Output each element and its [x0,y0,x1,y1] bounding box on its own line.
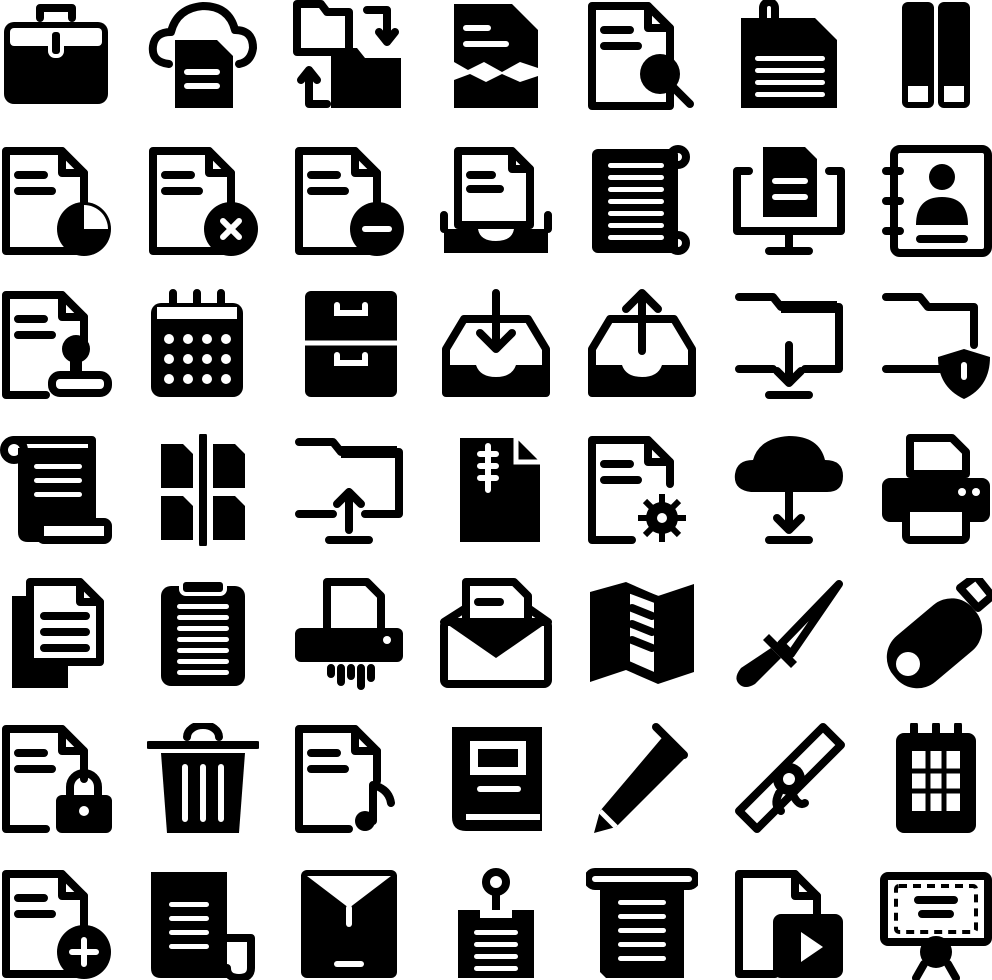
document-tray-icon [439,145,552,257]
zipped-file-icon [440,434,552,546]
document-music-icon [293,723,405,835]
receipt-icon [147,868,259,980]
scroll-list-icon [586,144,698,257]
cloud-download-icon [733,434,845,546]
split-documents-icon [147,433,259,546]
briefcase-icon [0,0,112,112]
folded-map-icon [586,578,698,690]
pen-icon [586,723,698,835]
book-icon [440,723,552,835]
document-pie-chart-icon [0,145,112,257]
document-minus-icon [293,145,405,257]
document-stamp-icon [0,289,112,401]
binders-icon [880,0,992,112]
trash-bin-icon [146,723,259,835]
paper-scroll-icon [586,867,699,980]
inbox-download-icon [440,289,552,401]
paper-shredder-icon [293,578,405,691]
clipped-document-icon [733,0,845,112]
letter-opener-icon [733,578,845,690]
folder-transfer-icon [293,0,405,112]
mail-document-icon [439,578,552,690]
cloud-document-icon [147,0,259,112]
document-add-icon [0,868,112,980]
monitor-document-icon [733,145,845,257]
calendar-icon [147,289,259,401]
scroll-icon [0,434,112,546]
copy-documents-icon [0,578,112,690]
folder-download-icon [733,289,845,401]
inbox-upload-icon [586,289,698,401]
envelope-icon [293,868,405,980]
contact-book-icon [880,144,992,257]
certificate-icon [879,868,992,980]
document-lock-icon [0,723,112,835]
folder-shield-icon [880,289,992,401]
folder-upload-icon [293,434,405,546]
document-search-icon [586,0,698,112]
document-settings-icon [586,434,698,546]
clipboard-icon [147,578,259,690]
video-file-icon [733,868,845,980]
printer-icon [880,433,992,546]
filing-cabinet-icon [293,289,405,401]
grid-notebook-icon [880,723,992,835]
document-delete-icon [147,145,259,257]
usb-drive-icon [880,578,992,690]
pinned-note-icon [440,867,552,980]
torn-document-icon [440,0,552,112]
ruler-seal-icon [733,723,845,835]
